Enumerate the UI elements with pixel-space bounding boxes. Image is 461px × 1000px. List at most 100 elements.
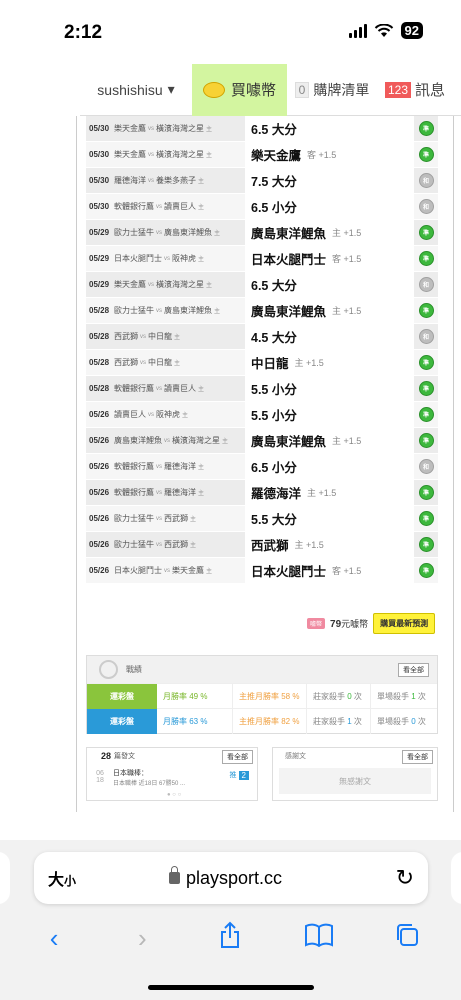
url-display[interactable]: playsport.cc [169,866,282,889]
result-win-icon: 準 [418,225,434,240]
purchase-list-label: 購牌清單 [313,81,370,98]
pick-main: 5.5 小分 [251,409,297,423]
result-win-icon: 準 [418,563,434,578]
prediction-row[interactable]: 05/26 讀賣巨人 vs 阪神虎主 5.5 小分 準 [86,401,438,428]
thanks-view-all-button[interactable]: 看全部 [402,750,433,764]
game-cell: 05/28 歐力士猛牛 vs 廣島東洋鯉魚主 [86,297,246,324]
pick-main: 西武獅 [251,539,289,553]
prediction-row[interactable]: 05/30 軟體銀行鷹 vs 讀賣巨人主 6.5 小分 和 [86,193,438,220]
home-tag: 主 [198,257,205,263]
pick-main: 廣島東洋鯉魚 [251,305,327,319]
next-tab-edge[interactable] [451,852,461,904]
tabs-icon[interactable] [387,922,427,955]
pick-handicap: 主 +1.5 [294,358,324,368]
messages-count: 123 [385,81,412,98]
game-date: 05/26 [89,410,110,419]
prediction-row[interactable]: 05/29 歐力士猛牛 vs 廣島東洋鯉魚主廣島東洋鯉魚主 +1.5 準 [86,219,438,246]
prediction-row[interactable]: 05/26 歐力士猛牛 vs 西武獅主 5.5 大分 準 [86,505,438,532]
address-bar[interactable]: 大小 playsport.cc ↻ [34,852,428,904]
pick-cell: 4.5 大分 [246,323,414,350]
result-draw-icon: 和 [418,173,434,188]
prediction-table: 05/30 樂天金鷹 vs 橫濱海灣之星主 6.5 大分準 05/30 樂天金鷹 vs 橫濱海灣… [86,115,438,584]
pick-main: 5.5 小分 [251,383,297,397]
prediction-row[interactable]: 05/28 西武獅 vs 中日龍主 4.5 大分 和 [86,323,438,350]
home-tag: 主 [206,127,213,133]
game-cell: 05/26 軟體銀行鷹 vs 羅德海洋主 [86,453,246,480]
prediction-row[interactable]: 05/30 樂天金鷹 vs 橫濱海灣之星主 6.5 大分 準 [86,115,438,142]
result-cell: 和 [414,199,438,214]
prediction-row[interactable]: 05/26 軟體銀行鷹 vs 羅德海洋主羅德海洋主 +1.5 準 [86,479,438,506]
game-cell: 05/26 日本火腿鬥士 vs 樂天金鷹主 [86,557,246,584]
buy-latest-prediction-button[interactable]: 購買最新預測 [373,613,436,634]
text-size-button[interactable]: 大小 [48,866,76,890]
home-team: 西武獅 [164,540,189,549]
prediction-row[interactable]: 05/28 歐力士猛牛 vs 廣島東洋鯉魚主廣島東洋鯉魚主 +1.5 準 [86,297,438,324]
pick-cell: 6.5 大分 [246,115,414,142]
prediction-row[interactable]: 05/29 日本火腿鬥士 vs 阪神虎主日本火腿鬥士客 +1.5 準 [86,245,438,272]
purchase-row: 噱幣 79元噱幣 購買最新預測 [307,613,436,634]
result-cell: 準 [414,303,438,318]
game-date: 05/26 [89,488,110,497]
home-team: 橫濱海灣之星 [156,280,205,289]
posts-view-all-button[interactable]: 看全部 [222,750,253,764]
prediction-row[interactable]: 05/28 西武獅 vs 中日龍主中日龍主 +1.5 準 [86,349,438,376]
messages-link[interactable]: 123 訊息 [377,64,461,116]
result-draw-icon: 和 [418,329,434,344]
pick-main: 6.5 小分 [251,201,297,215]
home-tag: 主 [174,335,181,341]
back-icon[interactable]: ‹ [34,923,74,954]
target-icon [99,660,118,679]
buy-coins-button[interactable]: 買噱幣 [192,63,287,116]
purchase-list-link[interactable]: 0 購牌清單 [287,64,377,116]
user-menu[interactable]: sushishisu ▾ [80,64,192,116]
game-cell: 05/30 羅德海洋 vs 養樂多燕子主 [86,167,246,194]
away-team: 羅德海洋 [114,176,147,185]
prediction-row[interactable]: 05/30 羅德海洋 vs 養樂多燕子主 7.5 大分 和 [86,167,438,194]
home-team: 橫濱海灣之星 [172,436,221,445]
pick-cell: 中日龍主 +1.5 [246,349,414,376]
home-team: 橫濱海灣之星 [156,124,205,133]
vs-label: vs [156,541,163,548]
result-cell: 準 [414,485,438,500]
prediction-row[interactable]: 05/26 歐力士猛牛 vs 西武獅主西武獅主 +1.5 準 [86,531,438,558]
wifi-icon [374,23,393,37]
pick-cell: 5.5 小分 [246,401,414,428]
coin-icon [202,81,225,98]
pick-cell: 廣島東洋鯉魚主 +1.5 [246,219,414,246]
prediction-row[interactable]: 05/29 樂天金鷹 vs 橫濱海灣之星主 6.5 大分 和 [86,271,438,298]
record-view-all-button[interactable]: 看全部 [398,663,429,677]
prediction-row[interactable]: 05/28 軟體銀行鷹 vs 讀賣巨人主 5.5 小分 準 [86,375,438,402]
result-cell: 和 [414,459,438,474]
game-cell: 05/28 西武獅 vs 中日龍主 [86,349,246,376]
single-killer: 單場殺手 0 次 [377,716,426,726]
post-item[interactable]: 06 18 日本職棒： 日本職棒 近18日 67勝50 ... 推 2 [87,764,257,790]
away-team: 樂天金鷹 [114,124,147,133]
share-icon[interactable] [210,921,250,956]
game-date: 05/26 [89,566,110,575]
pick-cell: 5.5 大分 [246,505,414,532]
post-date: 06 18 [96,770,104,784]
game-date: 05/26 [89,514,110,523]
game-date: 05/28 [89,332,110,341]
pick-main: 羅德海洋 [251,487,302,501]
main-content: 05/30 樂天金鷹 vs 橫濱海灣之星主 6.5 大分準 05/30 樂天金鷹 vs 橫濱海灣… [76,115,454,812]
game-date: 05/30 [89,202,110,211]
result-cell: 準 [414,537,438,552]
prediction-row[interactable]: 05/26 軟體銀行鷹 vs 羅德海洋主 6.5 小分 和 [86,453,438,480]
price: 79元噱幣 [330,619,369,630]
pick-cell: 西武獅主 +1.5 [246,531,414,558]
home-tag: 主 [174,361,181,367]
bookmarks-icon[interactable] [299,923,339,954]
posts-header: 28 篇發文 看全部 [87,748,257,764]
prediction-row[interactable]: 05/30 樂天金鷹 vs 橫濱海灣之星主樂天金鷹客 +1.5 準 [86,141,438,168]
prev-tab-edge[interactable] [0,852,10,904]
main-win-rate: 主推月勝率 58 % [233,683,307,709]
forward-icon[interactable]: › [122,923,162,954]
result-cell: 準 [414,381,438,396]
prediction-row[interactable]: 05/26 廣島東洋鯉魚 vs 橫濱海灣之星主廣島東洋鯉魚主 +1.5 準 [86,427,438,454]
game-date: 05/29 [89,254,110,263]
result-cell: 準 [414,251,438,266]
reload-icon[interactable]: ↻ [396,865,414,891]
game-cell: 05/29 樂天金鷹 vs 橫濱海灣之星主 [86,271,246,298]
prediction-row[interactable]: 05/26 日本火腿鬥士 vs 樂天金鷹主日本火腿鬥士客 +1.5 準 [86,557,438,584]
